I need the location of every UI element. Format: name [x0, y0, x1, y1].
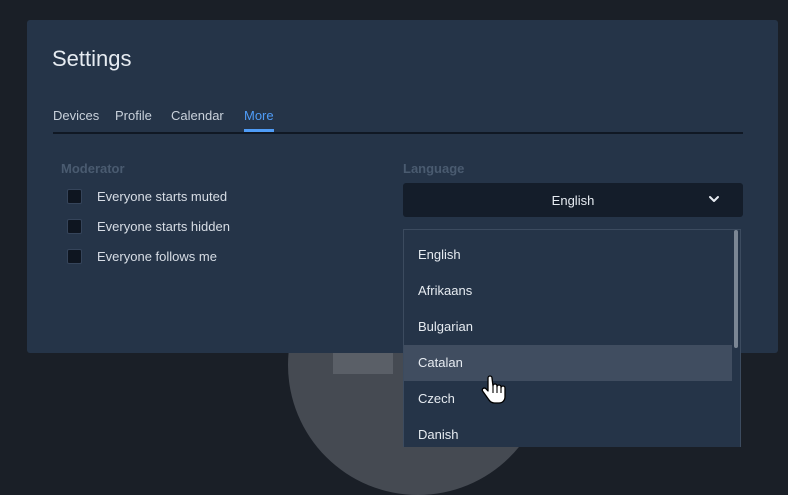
checkbox[interactable]: [67, 248, 82, 264]
checkbox-row-everyone-follows-me[interactable]: Everyone follows me: [67, 247, 217, 265]
background-shape: [333, 352, 393, 374]
checkbox-row-everyone-starts-hidden[interactable]: Everyone starts hidden: [67, 217, 230, 235]
language-option-afrikaans[interactable]: Afrikaans: [404, 273, 732, 309]
tab-more[interactable]: More: [244, 108, 274, 132]
checkbox-label: Everyone starts hidden: [97, 218, 230, 234]
language-option-catalan[interactable]: Catalan: [404, 345, 732, 381]
dropdown-scrollbar[interactable]: [734, 230, 738, 348]
checkbox[interactable]: [67, 218, 82, 234]
checkbox-label: Everyone follows me: [97, 248, 217, 264]
dialog-title: Settings: [52, 46, 132, 71]
chevron-down-icon: [709, 196, 719, 202]
tab-devices[interactable]: Devices: [53, 108, 99, 123]
moderator-section-label: Moderator: [61, 161, 125, 176]
tab-calendar[interactable]: Calendar: [171, 108, 224, 123]
language-option-english[interactable]: English: [404, 237, 732, 273]
language-section-label: Language: [403, 161, 465, 176]
checkbox-row-everyone-starts-muted[interactable]: Everyone starts muted: [67, 187, 227, 205]
language-option-bulgarian[interactable]: Bulgarian: [404, 309, 732, 345]
language-select-value: English: [551, 193, 595, 208]
language-option-czech[interactable]: Czech: [404, 381, 732, 417]
tab-profile[interactable]: Profile: [115, 108, 152, 123]
language-dropdown-list[interactable]: English Afrikaans Bulgarian Catalan Czec…: [403, 229, 741, 447]
checkbox-label: Everyone starts muted: [97, 188, 228, 204]
language-option-danish[interactable]: Danish: [404, 417, 732, 447]
settings-tabs: Devices Profile Calendar More: [53, 104, 743, 134]
language-select[interactable]: English: [403, 183, 743, 217]
checkbox[interactable]: [67, 188, 82, 204]
hand-pointer-icon: [481, 375, 506, 404]
